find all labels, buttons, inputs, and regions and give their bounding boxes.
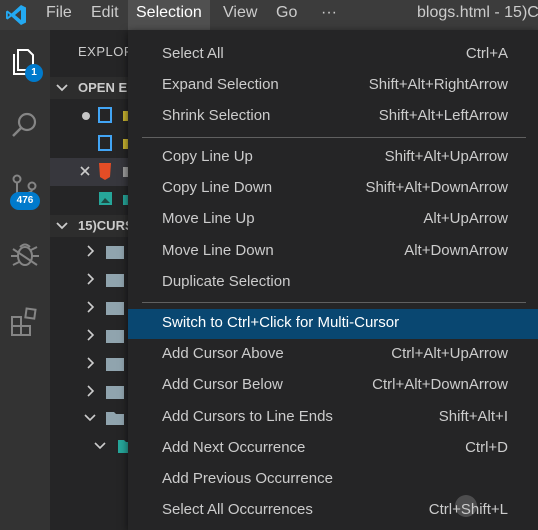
explorer-badge: 1 — [25, 64, 43, 82]
menu-item-add-cursor-below[interactable]: Add Cursor Below Ctrl+Alt+DownArrow — [128, 371, 538, 401]
html-file-icon — [99, 163, 111, 180]
folder-label: 15)CURS — [78, 218, 134, 233]
explorer-activity[interactable]: 1 — [5, 42, 45, 82]
menu-item-add-previous-occurrence[interactable]: Add Previous Occurrence — [128, 465, 538, 495]
menu-view[interactable]: View — [215, 0, 265, 30]
unsaved-dot-icon — [82, 112, 90, 120]
extensions-activity[interactable] — [5, 302, 45, 342]
search-activity[interactable] — [5, 105, 45, 145]
vscode-window: File Edit Selection View Go ··· blogs.ht… — [0, 0, 538, 530]
search-icon — [12, 112, 37, 137]
explorer-sidebar: EXPLORER OPEN E 15)CURS — [50, 30, 152, 530]
folder-icon — [87, 357, 124, 371]
folder-row[interactable] — [50, 350, 140, 378]
folder-icon — [87, 385, 124, 399]
menu-selection[interactable]: Selection — [128, 0, 210, 30]
open-editor-item-active[interactable] — [50, 158, 140, 186]
menu-item-expand-selection[interactable]: Expand Selection Shift+Alt+RightArrow — [128, 71, 538, 101]
menu-separator — [142, 302, 526, 303]
image-file-row — [99, 192, 129, 205]
menu-item-add-next-occurrence[interactable]: Add Next Occurrence Ctrl+D — [128, 434, 538, 464]
open-editor-item[interactable] — [50, 130, 140, 158]
debug-icon — [11, 243, 39, 266]
menu-edit[interactable]: Edit — [83, 0, 127, 30]
folder-row[interactable] — [50, 266, 140, 294]
menu-item-add-cursors-line-ends[interactable]: Add Cursors to Line Ends Shift+Alt+I — [128, 403, 538, 433]
menu-item-switch-multi-cursor[interactable]: Switch to Ctrl+Click for Multi-Cursor — [128, 309, 538, 339]
open-editor-item[interactable] — [50, 186, 140, 214]
debug-activity[interactable] — [5, 235, 45, 275]
folder-icon — [87, 329, 124, 343]
menu-file[interactable]: File — [38, 0, 80, 30]
menu-item-shrink-selection[interactable]: Shrink Selection Shift+Alt+LeftArrow — [128, 102, 538, 132]
css-file-row — [82, 107, 129, 123]
folder-row-open[interactable] — [50, 404, 140, 432]
css-file-row — [98, 135, 129, 151]
folder-row[interactable] — [50, 238, 140, 266]
watermark-logo-icon — [455, 495, 477, 517]
folder-icon — [87, 301, 124, 315]
vscode-logo-icon — [6, 5, 26, 25]
selection-menu: Select All Ctrl+A Expand Selection Shift… — [128, 30, 538, 530]
chevron-down-icon — [56, 222, 68, 230]
menu-item-copy-line-up[interactable]: Copy Line Up Shift+Alt+UpArrow — [128, 143, 538, 173]
menu-separator — [142, 137, 526, 138]
html-file-row — [80, 163, 129, 180]
folder-header[interactable]: 15)CURS — [50, 215, 140, 237]
menu-item-copy-line-down[interactable]: Copy Line Down Shift+Alt+DownArrow — [128, 174, 538, 204]
menu-item-add-cursor-above[interactable]: Add Cursor Above Ctrl+Alt+UpArrow — [128, 340, 538, 370]
activity-bar: 1 476 — [0, 30, 50, 530]
source-control-activity[interactable]: 476 — [5, 170, 45, 210]
chevron-down-icon — [56, 84, 68, 92]
css-file-icon — [98, 107, 112, 123]
folder-row-open[interactable] — [50, 432, 140, 460]
folder-open-icon — [94, 440, 130, 453]
css-file-icon — [98, 135, 112, 151]
menu-item-duplicate-selection[interactable]: Duplicate Selection — [128, 268, 538, 298]
open-editors-label: OPEN E — [78, 80, 128, 95]
menu-more[interactable]: ··· — [313, 0, 345, 30]
menu-item-move-line-up[interactable]: Move Line Up Alt+UpArrow — [128, 205, 538, 235]
close-icon — [80, 166, 90, 176]
folder-icon — [87, 273, 124, 287]
menu-bar: File Edit Selection View Go ··· blogs.ht… — [0, 0, 538, 30]
menu-item-select-all[interactable]: Select All Ctrl+A — [128, 40, 538, 70]
scm-badge: 476 — [10, 192, 40, 210]
folder-row[interactable] — [50, 294, 140, 322]
open-editor-item[interactable] — [50, 102, 140, 130]
folder-icon — [87, 245, 124, 259]
menu-item-select-all-occurrences[interactable]: Select All Occurrences Ctrl+Shift+L — [128, 496, 538, 526]
open-editors-header[interactable]: OPEN E — [50, 77, 140, 99]
extensions-icon — [11, 307, 37, 336]
folder-row[interactable] — [50, 378, 140, 406]
folder-row[interactable] — [50, 322, 140, 350]
menu-go[interactable]: Go — [268, 0, 305, 30]
menu-item-move-line-down[interactable]: Move Line Down Alt+DownArrow — [128, 237, 538, 267]
folder-open-icon — [84, 412, 124, 425]
window-title: blogs.html - 15)Cu — [417, 4, 538, 21]
